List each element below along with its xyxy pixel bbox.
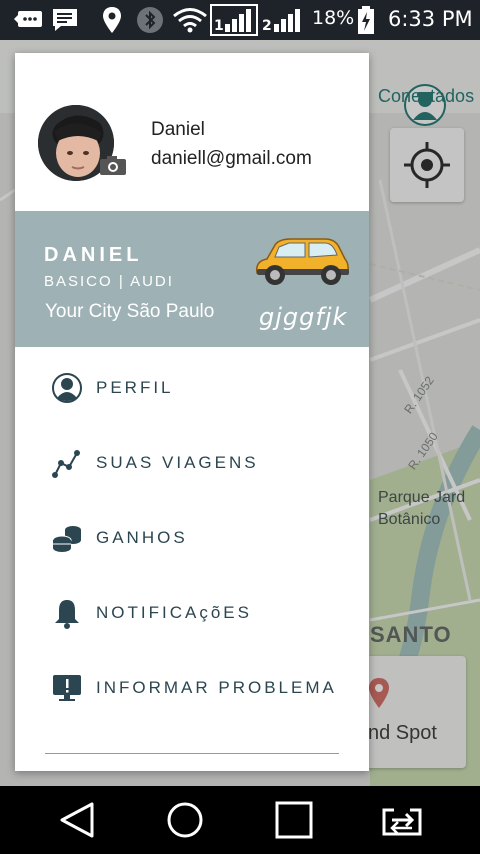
menu-item-notificacoes[interactable]: NOTIFICAçõES — [15, 583, 369, 643]
menu-label: INFORMAR PROBLEMA — [96, 678, 337, 697]
driver-city: Your City São Paulo — [45, 301, 215, 322]
bell-icon — [55, 600, 79, 629]
clock: 6:33 PM — [388, 7, 473, 31]
recents-icon[interactable] — [272, 800, 316, 840]
battery-charging-icon — [358, 6, 374, 34]
driver-card: DANIEL BASICO | AUDI Your City São Paulo… — [15, 211, 369, 347]
status-bar: 1 2 18% 6:33 PM — [0, 0, 480, 40]
svg-text:1: 1 — [214, 18, 224, 34]
menu-item-informar-problema[interactable]: INFORMAR PROBLEMA — [15, 658, 369, 718]
bluetooth-icon — [137, 7, 163, 33]
message-icon — [53, 9, 77, 31]
car-icon — [255, 238, 349, 285]
menu-label: SUAS VIAGENS — [96, 453, 259, 472]
car-plate: gjggfjk — [259, 303, 348, 331]
navigation-drawer: Daniel daniell@gmail.com DANIEL BASICO |… — [15, 53, 369, 771]
route-icon — [52, 450, 80, 478]
driver-plan: BASICO | AUDI — [44, 273, 174, 290]
menu-item-ganhos[interactable]: GANHOS — [15, 508, 369, 568]
person-icon — [52, 373, 82, 403]
svg-text:2: 2 — [262, 18, 272, 34]
menu-label: GANHOS — [96, 528, 188, 547]
signal-2-icon: 2 — [262, 9, 300, 34]
back-icon[interactable] — [56, 800, 100, 840]
user-email: daniell@gmail.com — [151, 148, 312, 169]
menu-item-suas-viagens[interactable]: SUAS VIAGENS — [15, 433, 369, 493]
location-icon — [103, 7, 121, 33]
driver-name: DANIEL — [44, 244, 143, 266]
home-icon[interactable] — [163, 800, 207, 840]
divider — [45, 753, 339, 754]
user-name: Daniel — [151, 119, 205, 140]
signal-1-icon: 1 — [210, 4, 258, 36]
menu-label: NOTIFICAçõES — [96, 603, 252, 622]
camera-icon[interactable] — [99, 154, 127, 176]
switch-apps-icon[interactable] — [380, 800, 424, 840]
system-nav-bar — [0, 786, 480, 854]
menu-label: PERFIL — [96, 378, 174, 397]
menu-item-perfil[interactable]: PERFIL — [15, 358, 369, 418]
coins-icon — [52, 526, 81, 552]
notification-icon — [14, 11, 42, 27]
wifi-icon — [173, 8, 207, 33]
monitor-alert-icon — [53, 675, 81, 701]
battery-percent: 18% — [312, 7, 355, 29]
